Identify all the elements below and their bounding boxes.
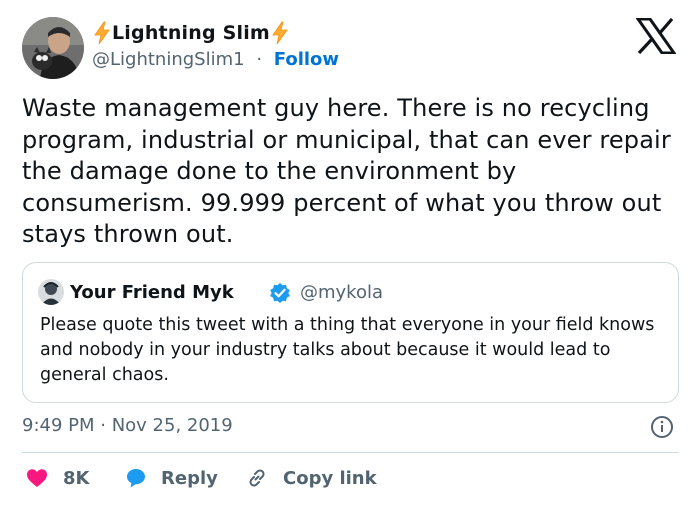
quoted-tweet[interactable]: Your Friend Myk @mykola Please quote thi… <box>22 262 679 403</box>
reply-button[interactable]: Reply <box>124 466 218 490</box>
quoted-tweet-text: Please quote this tweet with a thing tha… <box>40 315 655 385</box>
author-handle[interactable]: @LightningSlim1 <box>92 49 245 70</box>
tweet-timestamp[interactable]: 9:49 PM · Nov 25, 2019 <box>22 415 233 436</box>
x-logo-icon[interactable] <box>635 17 677 55</box>
link-icon <box>245 466 269 490</box>
reply-label: Reply <box>161 467 218 489</box>
verified-badge-icon <box>269 282 291 304</box>
quoted-author-name: Your Friend Myk <box>70 282 234 303</box>
heart-icon <box>25 466 49 490</box>
author-handle-line: @LightningSlim1 · Follow <box>92 49 339 70</box>
quoted-author-avatar <box>38 279 64 305</box>
quoted-author-handle: @mykola <box>300 282 384 303</box>
separator-dot: · <box>256 49 263 70</box>
like-count: 8K <box>63 467 90 489</box>
tweet-card: Lightning Slim @LightningSlim1 · Follow … <box>0 0 700 506</box>
author-display-name[interactable]: Lightning Slim <box>92 21 290 45</box>
divider <box>22 452 679 453</box>
author-avatar[interactable] <box>22 17 84 79</box>
author-name-text: Lightning Slim <box>112 22 270 44</box>
tweet-text: Waste management guy here. There is no r… <box>22 94 671 248</box>
follow-button[interactable]: Follow <box>274 49 339 70</box>
lightning-bolt-icon <box>270 21 290 45</box>
lightning-bolt-icon <box>92 21 112 45</box>
copy-link-button[interactable]: Copy link <box>245 466 377 490</box>
copy-link-label: Copy link <box>283 467 377 489</box>
reply-bubble-icon <box>124 466 148 490</box>
info-icon[interactable] <box>650 415 674 439</box>
like-button[interactable]: 8K <box>25 466 89 490</box>
